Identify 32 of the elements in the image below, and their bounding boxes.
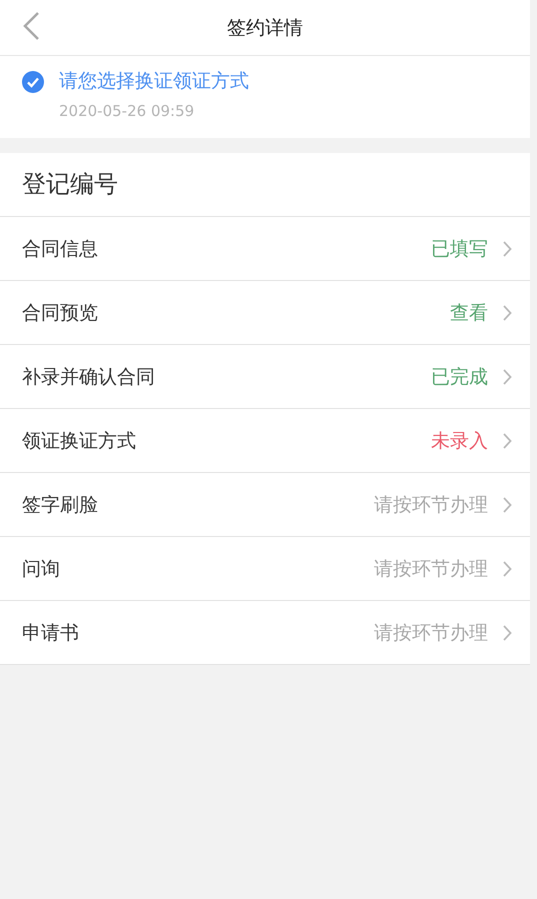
chevron-icon — [502, 304, 512, 322]
chevron-icon — [502, 560, 512, 578]
item-status: 请按环节办理 — [374, 556, 488, 582]
list-item[interactable]: 问询 请按环节办理 — [0, 537, 530, 601]
item-label: 申请书 — [22, 620, 80, 646]
chevron-icon — [502, 432, 512, 450]
list-item[interactable]: 合同信息 已填写 — [0, 217, 530, 281]
item-label: 合同预览 — [22, 300, 99, 326]
notice-time: 2020-05-26 09:59 — [59, 102, 196, 120]
list-item[interactable]: 补录并确认合同 已完成 — [0, 345, 530, 409]
item-label: 问询 — [22, 556, 61, 582]
nav-title: 签约详情 — [227, 16, 303, 40]
item-status: 请按环节办理 — [374, 620, 488, 646]
item-label: 合同信息 — [22, 236, 99, 262]
item-status: 请按环节办理 — [374, 492, 488, 518]
item-label: 领证换证方式 — [22, 428, 137, 454]
chevron-icon — [502, 240, 512, 258]
list-item[interactable]: 签字刷脸 请按环节办理 — [0, 473, 530, 537]
item-status: 已完成 — [431, 364, 488, 390]
item-status: 已填写 — [431, 236, 488, 262]
list-item[interactable]: 合同预览 查看 — [0, 281, 530, 345]
item-status: 未录入 — [431, 428, 488, 454]
chevron-icon — [502, 496, 512, 514]
list-item[interactable]: 申请书 请按环节办理 — [0, 601, 530, 665]
item-label: 签字刷脸 — [22, 492, 99, 518]
item-label: 补录并确认合同 — [22, 364, 156, 390]
chevron-icon — [502, 624, 512, 642]
list-item[interactable]: 领证换证方式 未录入 — [0, 409, 530, 473]
chevron-icon — [502, 368, 512, 386]
item-status: 查看 — [450, 300, 488, 326]
back-icon[interactable] — [22, 11, 40, 41]
section-title: 登记编号 — [0, 153, 530, 217]
